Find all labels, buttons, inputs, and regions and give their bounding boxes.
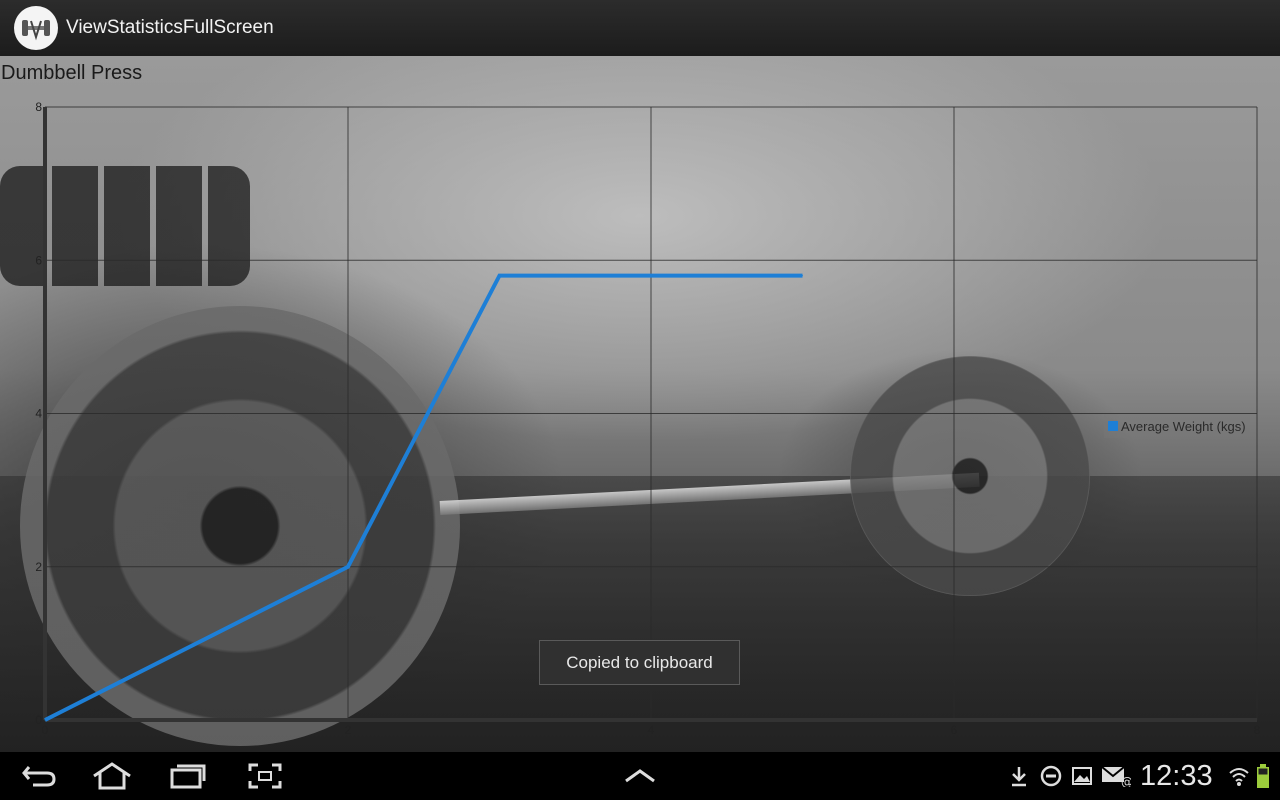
y-tick-label: 2	[35, 560, 42, 574]
data-point	[347, 566, 349, 568]
statistics-content: Dumbbell Press 0246802468 Average Weight…	[0, 56, 1280, 752]
do-not-disturb-icon	[1039, 764, 1063, 788]
dumbbell-logo-icon	[22, 20, 50, 41]
y-tick-label: 8	[35, 100, 42, 114]
svg-text:@: @	[1121, 775, 1131, 787]
recent-apps-icon[interactable]	[168, 760, 208, 792]
chart-legend: Average Weight (kgs)	[1104, 414, 1250, 438]
image-icon	[1070, 764, 1094, 788]
y-tick-label: 4	[35, 407, 42, 421]
download-icon	[1008, 764, 1030, 788]
toast-message: Copied to clipboard	[539, 640, 740, 685]
y-tick-label: 6	[35, 253, 42, 267]
wifi-icon	[1228, 764, 1250, 788]
legend-label: Average Weight (kgs)	[1121, 418, 1246, 434]
x-tick-label: 0	[42, 723, 49, 737]
legend-swatch	[1108, 421, 1118, 431]
data-point	[802, 275, 803, 277]
x-tick-label: 4	[648, 723, 655, 737]
x-tick-label: 6	[951, 723, 958, 737]
screenshot-icon[interactable]	[245, 760, 285, 792]
app-icon[interactable]	[14, 6, 58, 50]
data-point	[499, 275, 500, 277]
action-bar: ViewStatisticsFullScreen	[0, 0, 1280, 57]
x-tick-label: 8	[1254, 723, 1261, 737]
email-icon: @	[1100, 764, 1132, 788]
app-title: ViewStatisticsFullScreen	[66, 17, 274, 38]
home-icon[interactable]	[90, 760, 134, 792]
back-icon[interactable]	[18, 760, 60, 792]
battery-icon	[1256, 764, 1270, 788]
status-clock: 12:33	[1140, 760, 1213, 792]
y-tick-label: 0	[35, 713, 42, 727]
x-tick-label: 2	[345, 723, 352, 737]
menu-up-icon[interactable]	[622, 760, 658, 792]
data-point	[44, 719, 46, 721]
system-bar: @ 12:33	[0, 752, 1280, 800]
